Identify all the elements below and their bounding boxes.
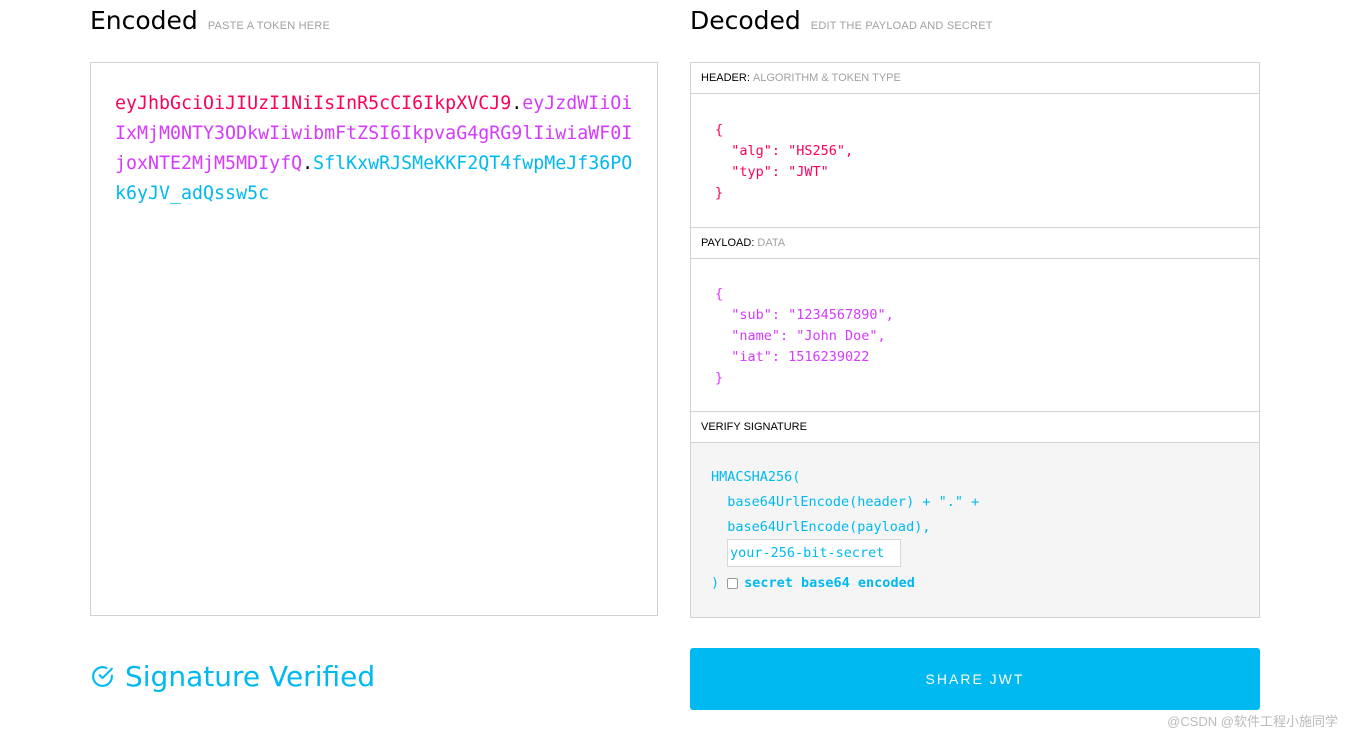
- signature-status-text: Signature Verified: [125, 660, 376, 693]
- verify-section-label: VERIFY SIGNATURE: [701, 421, 807, 433]
- base64-checkbox[interactable]: [727, 577, 739, 589]
- decoded-subtitle: EDIT THE PAYLOAD AND SECRET: [810, 20, 993, 32]
- decoded-title: Decoded EDIT THE PAYLOAD AND SECRET: [690, 6, 993, 35]
- decoded-heading: Decoded: [690, 6, 801, 35]
- check-circle-icon: [92, 666, 113, 687]
- encoded-heading: Encoded: [90, 6, 198, 35]
- token-dot: .: [302, 153, 314, 174]
- payload-section-heading: PAYLOAD: DATA: [691, 227, 1259, 259]
- encoded-token-text[interactable]: eyJhbGciOiJIUzI1NiIsInR5cCI6IkpXVCJ9.eyJ…: [115, 89, 635, 209]
- base64-checkbox-label[interactable]: secret base64 encoded: [744, 571, 915, 595]
- token-header-part: eyJhbGciOiJIUzI1NiIsInR5cCI6IkpXVCJ9: [115, 93, 512, 114]
- header-section-heading: HEADER: ALGORITHM & TOKEN TYPE: [691, 63, 1259, 94]
- encoded-subtitle: PASTE A TOKEN HERE: [207, 20, 331, 32]
- close-paren: ): [711, 575, 720, 591]
- share-jwt-button[interactable]: SHARE JWT: [690, 648, 1260, 710]
- header-section-hint: ALGORITHM & TOKEN TYPE: [752, 72, 901, 84]
- verify-section-heading: VERIFY SIGNATURE: [691, 411, 1259, 443]
- decoded-panel: HEADER: ALGORITHM & TOKEN TYPE { "alg": "…: [690, 62, 1260, 618]
- verify-signature-body: HMACSHA256( base64UrlEncode(header) + ".…: [691, 443, 1259, 617]
- payload-section-hint: DATA: [757, 237, 786, 249]
- signature-status: Signature Verified: [90, 660, 375, 693]
- header-section-label: HEADER:: [701, 72, 750, 84]
- payload-section-label: PAYLOAD:: [701, 237, 755, 249]
- verify-close-line: ) secret base64 encoded: [711, 571, 915, 595]
- encoded-token-editor[interactable]: eyJhbGciOiJIUzI1NiIsInR5cCI6IkpXVCJ9.eyJ…: [90, 62, 658, 616]
- encoded-title: Encoded PASTE A TOKEN HERE: [90, 6, 330, 35]
- verify-code: HMACSHA256( base64UrlEncode(header) + ".…: [711, 469, 980, 535]
- header-json-editor[interactable]: { "alg": "HS256", "typ": "JWT" }: [715, 120, 853, 204]
- secret-input[interactable]: [727, 539, 901, 567]
- payload-json-editor[interactable]: { "sub": "1234567890", "name": "John Doe…: [715, 284, 894, 389]
- watermark: @CSDN @软件工程小施同学: [1167, 714, 1338, 729]
- token-dot: .: [511, 93, 523, 114]
